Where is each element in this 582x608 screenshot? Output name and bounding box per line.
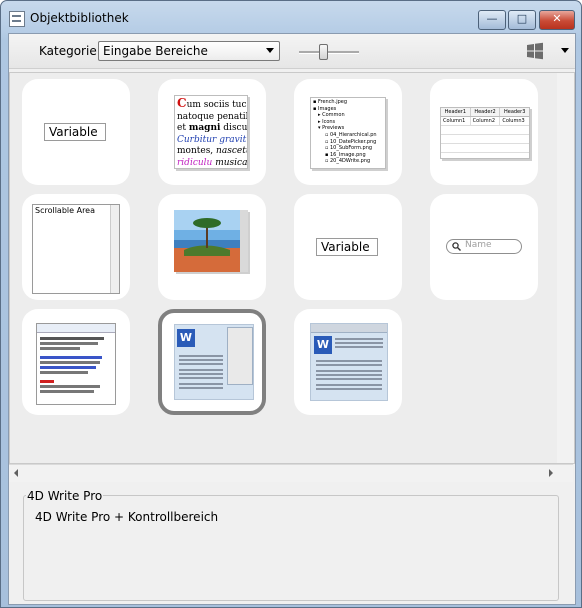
styled-text-preview: Cum sociis tuc natoque penatibi et magni… xyxy=(174,95,248,169)
search-field-preview: Name xyxy=(446,239,522,254)
listbox-row xyxy=(441,126,529,135)
text-lines xyxy=(335,336,383,350)
list-item: ▪ French.jpeg xyxy=(313,99,348,105)
window-content: Kategorie: Eingabe Bereiche Variable Cum… xyxy=(8,33,576,605)
scrollable-area-preview: Scrollable Area xyxy=(32,204,120,294)
list-item: ▪ Images xyxy=(313,105,337,112)
list-item: ▸ Common xyxy=(318,112,345,119)
listbox-header-cell: Header3 xyxy=(499,108,529,116)
library-item-text-with-toolbar[interactable] xyxy=(22,309,130,415)
close-button[interactable]: ✕ xyxy=(539,10,575,30)
write-pro-toolbar xyxy=(311,324,387,333)
platform-dropdown-icon[interactable] xyxy=(561,48,569,53)
write-pro-panel-preview: W xyxy=(174,324,254,400)
object-properties-group: 4D Write Pro 4D Write Pro + Kontrollbere… xyxy=(9,482,573,603)
window-app-icon xyxy=(9,11,25,27)
picture-preview xyxy=(174,210,248,272)
hierarchical-list-preview: ▪ French.jpeg ▪ Images ▸ Common ▸ Icons … xyxy=(310,97,386,169)
library-item-styled-text[interactable]: Cum sociis tuc natoque penatibi et magni… xyxy=(158,79,266,185)
library-item-variable[interactable]: Variable xyxy=(22,79,130,185)
library-item-4d-write-pro[interactable]: W xyxy=(294,309,402,415)
text-lines xyxy=(316,358,382,392)
category-label: Kategorie: xyxy=(39,44,101,58)
variable-preview: Variable xyxy=(44,123,106,141)
listbox-header: Header1 Header2 Header3 xyxy=(441,108,529,117)
window-title: Objektbibliothek xyxy=(30,11,129,25)
library-item-hierarchical-list[interactable]: ▪ French.jpeg ▪ Images ▸ Common ▸ Icons … xyxy=(294,79,402,185)
list-item: ▾ Previews xyxy=(318,125,345,132)
list-item: ▸ Icons xyxy=(318,118,336,125)
object-library-window: Objektbibliothek — □ ✕ Kategorie: Eingab… xyxy=(0,0,582,608)
scroll-left-arrow-icon[interactable] xyxy=(14,469,18,477)
search-icon xyxy=(452,242,461,251)
landscape-image-icon xyxy=(174,210,248,272)
properties-group-title: 4D Write Pro xyxy=(26,489,104,503)
listbox-header-cell: Header1 xyxy=(444,109,467,115)
text-toolbar-preview xyxy=(36,323,116,405)
listbox-row: Column1 Column2 Column3 xyxy=(441,117,529,126)
scrollable-area-label: Scrollable Area xyxy=(35,206,96,215)
library-item-scrollable-area[interactable]: Scrollable Area xyxy=(22,194,130,300)
maximize-button[interactable]: □ xyxy=(508,10,536,30)
variable-preview: Variable xyxy=(316,238,378,256)
word-document-icon: W xyxy=(177,329,195,347)
category-select-value: Eingabe Bereiche xyxy=(103,44,208,58)
library-item-variable-2[interactable]: Variable xyxy=(294,194,402,300)
toolbar: Kategorie: Eingabe Bereiche xyxy=(9,34,575,69)
library-vertical-scrollbar[interactable] xyxy=(557,73,574,463)
zoom-slider-track xyxy=(299,51,359,54)
scrollbar xyxy=(110,205,119,293)
listbox-row xyxy=(441,144,529,153)
styled-text-line: Curbitur gravit xyxy=(177,134,247,145)
styled-text-line: montes, nascetur xyxy=(177,146,247,156)
styled-text-line: Cum sociis tuc xyxy=(177,96,247,110)
library-item-picture[interactable] xyxy=(158,194,266,300)
library-item-4d-write-pro-panel[interactable]: W xyxy=(158,309,266,415)
text-lines xyxy=(40,335,110,395)
search-placeholder: Name xyxy=(465,240,492,250)
list-item: ▪ 16_Image.png xyxy=(325,151,366,158)
styled-text-line: et magni discuri xyxy=(177,123,248,133)
listbox-row xyxy=(441,135,529,144)
listbox-preview: Header1 Header2 Header3 Column1 Column2 … xyxy=(440,107,530,159)
minimize-button[interactable]: — xyxy=(478,10,506,30)
listbox-cell: Column1 xyxy=(443,118,466,124)
styled-text-line: ridiculu musicae xyxy=(177,157,248,168)
library-horizontal-scrollbar[interactable] xyxy=(9,464,573,482)
properties-description: 4D Write Pro + Kontrollbereich xyxy=(35,510,219,524)
list-item: ▫ 10_SubForm.png xyxy=(325,145,373,152)
chevron-down-icon xyxy=(266,48,274,53)
list-item: ▫ 10_DatePicker.png xyxy=(325,138,377,145)
scroll-right-arrow-icon[interactable] xyxy=(549,469,553,477)
windows-icon[interactable] xyxy=(526,42,544,60)
zoom-slider[interactable] xyxy=(299,43,359,60)
write-pro-preview: W xyxy=(310,323,388,401)
library-item-listbox[interactable]: Header1 Header2 Header3 Column1 Column2 … xyxy=(430,79,538,185)
library-item-search-field[interactable]: Name xyxy=(430,194,538,300)
text-lines xyxy=(179,353,223,391)
list-item: ▫ 04_Hierarchical.pn xyxy=(325,131,377,138)
list-item: ▫ 20_4DWrite.png xyxy=(325,158,371,165)
control-panel xyxy=(227,327,253,385)
title-bar[interactable]: Objektbibliothek — □ ✕ xyxy=(1,1,581,35)
object-library-grid: Variable Cum sociis tuc natoque penatibi… xyxy=(9,72,575,464)
formatting-toolbar xyxy=(37,324,115,333)
zoom-slider-thumb[interactable] xyxy=(319,44,328,60)
category-select[interactable]: Eingabe Bereiche xyxy=(98,41,280,61)
styled-text-line: natoque penatibi xyxy=(177,111,248,122)
word-document-icon: W xyxy=(314,336,332,354)
listbox-cell: Column2 xyxy=(469,117,500,125)
listbox-header-cell: Header2 xyxy=(469,108,500,116)
listbox-cell: Column3 xyxy=(499,117,529,125)
